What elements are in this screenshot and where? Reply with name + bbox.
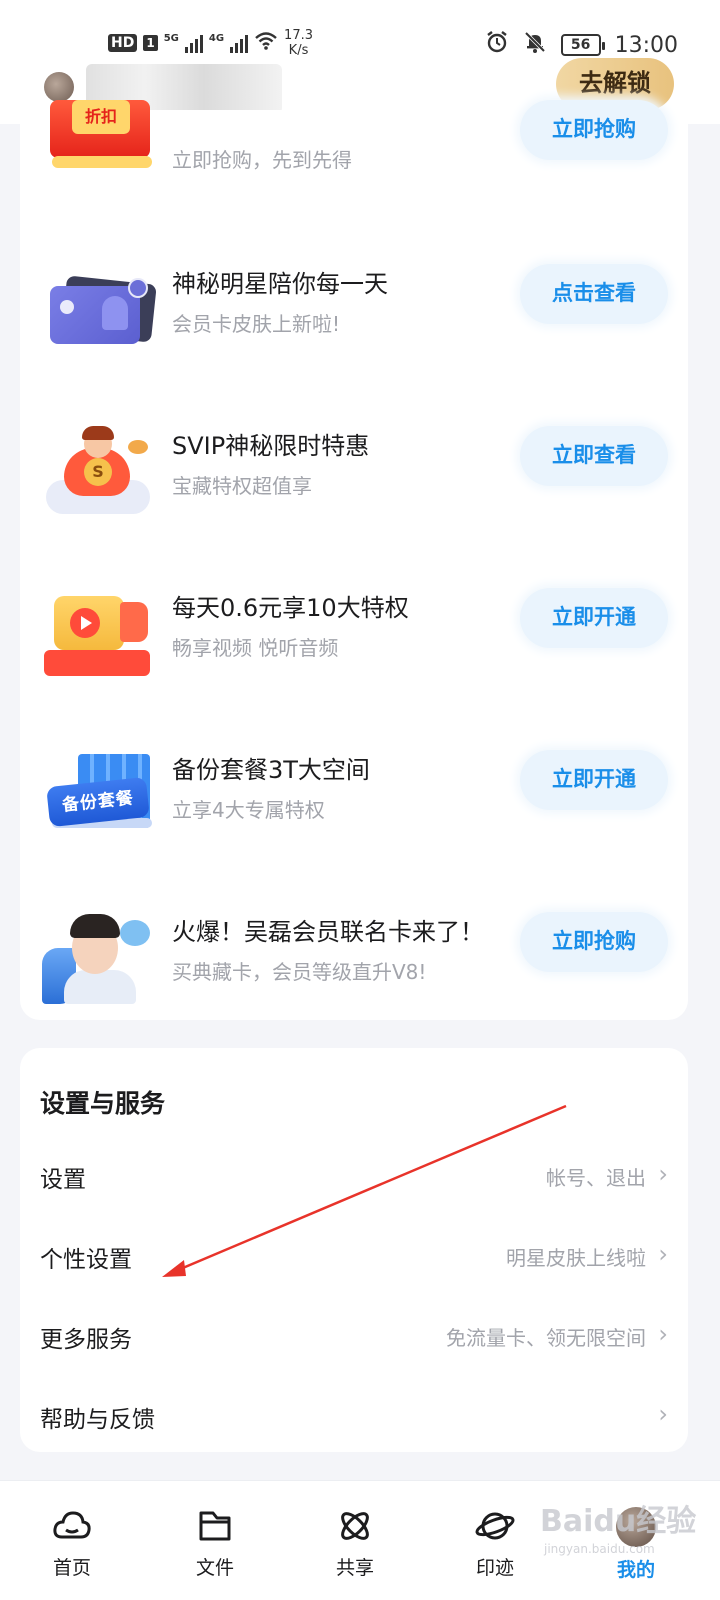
promo-buy-now-button[interactable]: 立即抢购: [520, 912, 668, 972]
mascot-bubble: [120, 920, 150, 946]
mute-bell-icon: [523, 30, 547, 60]
portrait-shirt: [64, 970, 136, 1004]
member-card-skin-icon: [42, 266, 157, 358]
status-left: HD 1 5G 4G 17.3 K/s: [108, 28, 313, 58]
promo-check-button[interactable]: 立即查看: [520, 426, 668, 486]
svip-mascot-icon: S: [42, 426, 154, 520]
cloud-icon: [53, 1511, 91, 1539]
network-5g-label: 5G: [163, 32, 179, 44]
promo-subtitle: 宝藏特权超值享: [172, 474, 312, 498]
promo-subtitle: 会员卡皮肤上新啦!: [172, 312, 341, 336]
folder-icon: [199, 1511, 231, 1541]
promo-row-daily[interactable]: 每天0.6元享10大特权 畅享视频 悦听音频 立即开通: [20, 580, 688, 700]
nav-item-share[interactable]: 共享: [305, 1507, 405, 1597]
settings-item-label: 更多服务: [40, 1327, 132, 1353]
nav-item-home[interactable]: 首页: [22, 1507, 122, 1597]
video-audio-icon: [42, 590, 154, 682]
alarm-icon: [485, 30, 509, 60]
card-front: [50, 286, 140, 344]
planet-icon: [475, 1512, 515, 1540]
coin-icon: S: [84, 458, 112, 486]
nav-label: 印迹: [475, 1557, 514, 1579]
nav-label-active: 我的: [616, 1559, 655, 1581]
nav-label: 文件: [195, 1557, 234, 1579]
backup-package-icon: 备份套餐: [42, 752, 154, 844]
promo-row-svip[interactable]: S SVIP神秘限时特惠 宝藏特权超值享 立即查看: [20, 418, 688, 538]
promo-subtitle: 立享4大专属特权: [172, 798, 325, 822]
chevron-right-icon: ›: [658, 1320, 668, 1348]
settings-item-personalization[interactable]: 个性设置 明星皮肤上线啦 ›: [20, 1220, 688, 1290]
promo-activate-button[interactable]: 立即开通: [520, 588, 668, 648]
settings-item-hint: 帐号、退出: [546, 1166, 646, 1190]
promo-row-celebrity-card[interactable]: 火爆！吴磊会员联名卡来了！ 买典藏卡，会员等级直升V8! 立即抢购: [20, 904, 688, 1024]
settings-item-hint: 免流量卡、领无限空间: [446, 1326, 646, 1350]
promo-subtitle: 立即抢购，先到先得: [172, 148, 352, 172]
promo-row-star-skin[interactable]: 神秘明星陪你每一天 会员卡皮肤上新啦! 点击查看: [20, 256, 688, 376]
sim-badge: 1: [143, 35, 158, 51]
settings-item-label: 个性设置: [40, 1247, 132, 1273]
settings-item-label: 帮助与反馈: [40, 1407, 155, 1433]
settings-item-label: 设置: [40, 1167, 86, 1193]
nav-item-files[interactable]: 文件: [165, 1507, 265, 1597]
chevron-right-icon: ›: [658, 1400, 668, 1428]
nav-label: 首页: [52, 1557, 91, 1579]
promo-view-button[interactable]: 点击查看: [520, 264, 668, 324]
share-atom-icon: [341, 1512, 369, 1540]
user-avatar[interactable]: [44, 72, 74, 102]
nav-item-traces[interactable]: 印迹: [445, 1507, 545, 1597]
celebrity-portrait-icon: [42, 914, 154, 1006]
promo-title: 每天0.6元享10大特权: [172, 594, 409, 622]
promo-title: SVIP神秘限时特惠: [172, 432, 370, 460]
promo-row-discount[interactable]: 折扣 立即抢购，先到先得 立即抢购: [20, 100, 688, 230]
side-coin-icon: [128, 440, 148, 454]
clock: 13:00: [614, 32, 678, 58]
watermark-url: jingyan.baidu.com: [544, 1542, 655, 1556]
settings-services-card: 设置与服务 设置 帐号、退出 › 个性设置 明星皮肤上线啦 › 更多服务 免流量…: [20, 1048, 688, 1452]
card-crown-badge: [128, 278, 148, 298]
promo-row-backup[interactable]: 备份套餐 备份套餐3T大空间 立享4大专属特权 立即开通: [20, 742, 688, 862]
network-4g-label: 4G: [208, 32, 225, 44]
promo-title: 神秘明星陪你每一天: [172, 270, 388, 298]
portrait-hair: [70, 914, 120, 938]
nav-label: 共享: [335, 1557, 374, 1579]
status-bar: HD 1 5G 4G 17.3 K/s 56 13:00: [0, 0, 720, 64]
speed-unit: K/s: [288, 43, 309, 58]
watermark: Baidu经验: [540, 1504, 697, 1539]
promo-title: 备份套餐3T大空间: [172, 756, 370, 784]
hd-badge: HD: [108, 34, 138, 52]
play-icon: [70, 608, 100, 638]
promo-buy-now-button[interactable]: 立即抢购: [520, 100, 668, 160]
wifi-icon: [254, 31, 278, 56]
settings-item-hint: 明星皮肤上线啦: [506, 1246, 646, 1270]
status-right: 56 13:00: [485, 30, 678, 60]
battery-icon: 56: [560, 34, 605, 56]
mascot-hair: [82, 426, 114, 440]
settings-item-help-feedback[interactable]: 帮助与反馈 ›: [20, 1380, 688, 1450]
settings-item-settings[interactable]: 设置 帐号、退出 ›: [20, 1140, 688, 1210]
signal-strength-icon: [184, 33, 203, 53]
speaker-horn: [120, 602, 148, 642]
gift-base: [52, 156, 152, 168]
promo-activate-button[interactable]: 立即开通: [520, 750, 668, 810]
settings-item-more-services[interactable]: 更多服务 免流量卡、领无限空间 ›: [20, 1300, 688, 1370]
discount-gift-icon: 折扣: [42, 100, 154, 212]
media-base: [44, 650, 150, 676]
signal-strength-icon: [230, 33, 249, 53]
chevron-right-icon: ›: [658, 1240, 668, 1268]
speed-value: 17.3: [284, 28, 313, 43]
promo-title: 火爆！吴磊会员联名卡来了！: [172, 918, 484, 946]
promo-subtitle: 买典藏卡，会员等级直升V8!: [172, 960, 427, 984]
promo-subtitle: 畅享视频 悦听音频: [172, 636, 339, 660]
discount-ribbon: 折扣: [72, 100, 130, 134]
chevron-right-icon: ›: [658, 1160, 668, 1188]
section-title: 设置与服务: [40, 1089, 166, 1118]
vip-promotions-card: 折扣 立即抢购，先到先得 立即抢购 神秘明星陪你每一天 会员卡皮肤上新啦! 点击…: [20, 100, 688, 1020]
network-speed: 17.3 K/s: [284, 28, 313, 58]
